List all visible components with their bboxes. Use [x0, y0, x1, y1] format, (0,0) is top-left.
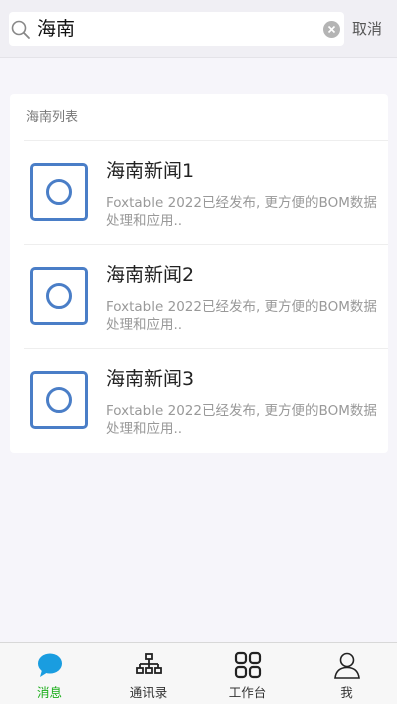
- search-bar: 海南 取消: [0, 0, 397, 58]
- search-input[interactable]: 海南: [37, 18, 75, 40]
- tab-bar: 消息 通讯录 工作台 我: [0, 642, 397, 704]
- news-description: Foxtable 2022已经发布, 更方便的BOM数据处理和应用..: [106, 403, 377, 437]
- tab-me[interactable]: 我: [297, 643, 396, 704]
- news-thumbnail-icon: [30, 267, 88, 325]
- grid-icon: [234, 651, 262, 679]
- list-item[interactable]: 海南新闻1 Foxtable 2022已经发布, 更方便的BOM数据处理和应用.…: [24, 141, 388, 245]
- news-title: 海南新闻2: [106, 264, 195, 286]
- news-description: Foxtable 2022已经发布, 更方便的BOM数据处理和应用..: [106, 195, 377, 229]
- tab-label: 通讯录: [129, 685, 168, 700]
- person-icon: [334, 652, 360, 679]
- news-title: 海南新闻1: [106, 160, 195, 182]
- tab-label: 我: [340, 685, 353, 700]
- tab-messages[interactable]: 消息: [0, 643, 99, 704]
- tab-label: 消息: [36, 685, 62, 700]
- cancel-button[interactable]: 取消: [352, 19, 382, 39]
- list-item[interactable]: 海南新闻2 Foxtable 2022已经发布, 更方便的BOM数据处理和应用.…: [24, 245, 388, 349]
- tab-workbench[interactable]: 工作台: [198, 643, 297, 704]
- search-box[interactable]: 海南: [9, 12, 344, 46]
- news-list-card: 海南列表 海南新闻1 Foxtable 2022已经发布, 更方便的BOM数据处…: [10, 94, 388, 453]
- chat-bubble-icon: [38, 653, 62, 677]
- list-header: 海南列表: [26, 110, 79, 125]
- list-item[interactable]: 海南新闻3 Foxtable 2022已经发布, 更方便的BOM数据处理和应用.…: [24, 349, 388, 453]
- search-icon: [11, 20, 30, 39]
- org-chart-icon: [136, 653, 162, 674]
- news-thumbnail-icon: [30, 163, 88, 221]
- news-thumbnail-icon: [30, 371, 88, 429]
- tab-label: 工作台: [228, 685, 267, 700]
- news-description: Foxtable 2022已经发布, 更方便的BOM数据处理和应用..: [106, 299, 377, 333]
- news-title: 海南新闻3: [106, 368, 195, 390]
- clear-icon[interactable]: [323, 21, 340, 38]
- tab-contacts[interactable]: 通讯录: [99, 643, 198, 704]
